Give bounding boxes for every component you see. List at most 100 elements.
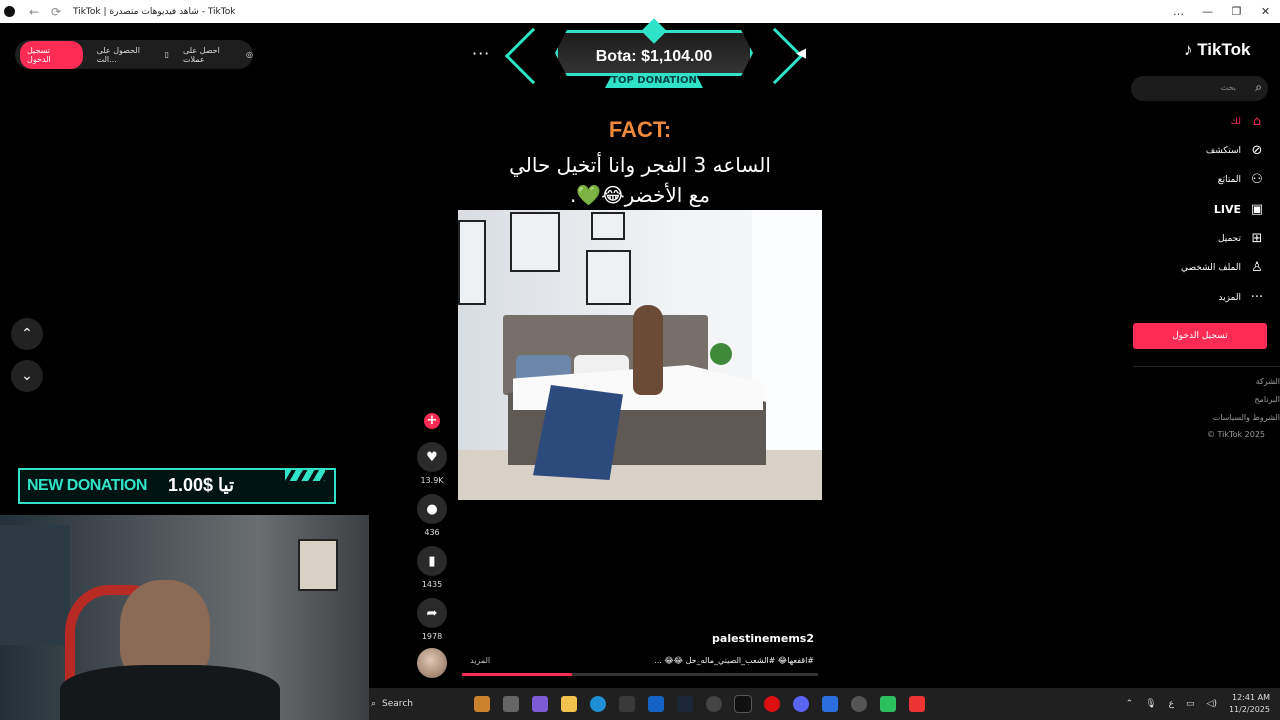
- wall-frame: [458, 220, 486, 305]
- save-count: 1435: [421, 580, 443, 589]
- task-view-icon[interactable]: [503, 696, 519, 712]
- discord-icon[interactable]: [793, 696, 809, 712]
- app-4k-icon[interactable]: [706, 696, 722, 712]
- potted-plant: [710, 343, 732, 365]
- shield-icon[interactable]: [822, 696, 838, 712]
- sidebar-login-button[interactable]: تسجيل الدخول: [1133, 323, 1267, 349]
- like-count: 13.9K: [420, 476, 444, 485]
- save-action[interactable]: ▮ 1435: [417, 546, 447, 589]
- overlay-stripes: [285, 469, 325, 481]
- clock[interactable]: 12:41 AM 11/2/2025: [1229, 692, 1270, 716]
- previous-video-button[interactable]: ⌃: [11, 318, 43, 350]
- sidebar-divider: [1133, 366, 1280, 367]
- sidebar-item-label: تحميل: [1217, 233, 1241, 244]
- profile-icon: ♙: [1251, 260, 1263, 275]
- video-caption: الساعه 3 الفجر وانا أتخيل حالي مع الأخضر…: [458, 150, 822, 210]
- sidebar-item-explore[interactable]: ⊘ استكشف: [1206, 143, 1265, 158]
- sidebar-item-profile[interactable]: ♙ الملف الشخصي: [1181, 260, 1265, 275]
- share-icon[interactable]: ➦: [417, 598, 447, 628]
- login-pill-button[interactable]: تسجيل الدخول: [20, 40, 83, 69]
- back-arrow-icon[interactable]: ←: [23, 5, 45, 19]
- top-donation-amount: Bota: $1,104.00: [595, 48, 713, 65]
- more-icon: ···: [1250, 290, 1264, 305]
- more-link[interactable]: المزيد: [470, 656, 490, 665]
- top-action-bar: تسجيل الدخول الحصول على الت... ▯ احصل عل…: [15, 40, 253, 69]
- sidebar-item-for-you[interactable]: ⌂ لك: [1231, 114, 1265, 129]
- bookmark-icon[interactable]: ▮: [417, 546, 447, 576]
- copilot-icon[interactable]: [532, 696, 548, 712]
- author-avatar[interactable]: [417, 648, 447, 678]
- follow-plus-icon[interactable]: +: [424, 413, 440, 429]
- microphone-icon[interactable]: 🎙: [1145, 699, 1156, 709]
- logo-text: TikTok: [1197, 40, 1251, 59]
- sidebar-item-live[interactable]: ▣ LIVE: [1214, 202, 1265, 217]
- reload-icon[interactable]: ⟳: [45, 5, 67, 19]
- file-explorer-icon[interactable]: [561, 696, 577, 712]
- tiktok-app-icon: [4, 6, 15, 17]
- language-indicator[interactable]: ع: [1169, 699, 1174, 709]
- video-progress-bar[interactable]: [462, 673, 818, 676]
- unmute-icon[interactable]: ◀: [796, 46, 806, 61]
- chevron-up-icon[interactable]: ⌃: [1126, 699, 1134, 709]
- network-icon[interactable]: ▭: [1186, 699, 1195, 709]
- footer-company-link[interactable]: الشركة: [1256, 377, 1280, 386]
- steam-icon[interactable]: [677, 696, 693, 712]
- chevron-down-icon: ⌄: [21, 368, 33, 384]
- video-player[interactable]: [458, 210, 822, 500]
- sidebar-item-label: استكشف: [1205, 145, 1241, 156]
- sidebar-item-more[interactable]: ··· المزيد: [1218, 290, 1265, 305]
- edge-icon[interactable]: [590, 696, 606, 712]
- menu-icon[interactable]: …: [1164, 0, 1193, 23]
- get-app-label: الحصول على الت...: [96, 45, 140, 64]
- footer-terms-link[interactable]: الشروط والسياسات: [1213, 413, 1280, 422]
- compass-icon: ⊘: [1251, 143, 1263, 158]
- search-input[interactable]: بحث ⌕: [1131, 76, 1268, 101]
- tiktok-note-icon: ♪: [1184, 40, 1193, 59]
- footer-program-link[interactable]: البرنامج: [1254, 395, 1280, 404]
- streamer-jacket: [60, 665, 280, 720]
- outlook-icon[interactable]: [648, 696, 664, 712]
- home-icon: ⌂: [1252, 114, 1262, 129]
- close-icon[interactable]: ✕: [1251, 0, 1280, 23]
- video-hashtags: #اقفعها😂 #الشعب_الصيني_ماله_حل 😂😂 ...: [654, 656, 814, 665]
- streamer-webcam: [0, 515, 369, 720]
- video-author[interactable]: palestinemems2: [700, 632, 814, 645]
- volume-icon[interactable]: ◁): [1207, 699, 1217, 709]
- minimize-icon[interactable]: —: [1193, 0, 1222, 23]
- app-red-icon[interactable]: [909, 696, 925, 712]
- tiktok-logo[interactable]: ♪ TikTok: [1184, 40, 1250, 60]
- weather-icon[interactable]: [474, 696, 490, 712]
- sidebar-item-label: LIVE: [1213, 203, 1241, 216]
- get-app-button[interactable]: الحصول على الت... ▯: [97, 46, 169, 64]
- tiktok-taskbar-icon[interactable]: [734, 695, 752, 713]
- sidebar-item-label: المزيد: [1218, 292, 1241, 303]
- obs-icon[interactable]: [851, 696, 867, 712]
- live-icon: ▣: [1250, 202, 1264, 217]
- sidebar-item-upload[interactable]: ⊞ تحميل: [1218, 231, 1265, 246]
- comment-icon[interactable]: ●: [417, 494, 447, 524]
- video-fact-label: FACT:: [608, 117, 672, 142]
- get-coins-button[interactable]: احصل على عملات ◎: [183, 46, 253, 64]
- taskbar-search[interactable]: ⌕ Search: [369, 699, 474, 709]
- next-video-button[interactable]: ⌄: [11, 360, 43, 392]
- like-action[interactable]: ♥ 13.9K: [417, 442, 447, 485]
- new-donation-overlay: NEW DONATION 1.00$ تيا: [11, 463, 339, 511]
- webcam-poster: [298, 539, 338, 591]
- comment-action[interactable]: ● 436: [417, 494, 447, 537]
- search-icon: ⌕: [371, 699, 377, 709]
- window-controls: … — ❐ ✕: [1164, 0, 1280, 23]
- share-action[interactable]: ➦ 1978: [417, 598, 447, 641]
- store-icon[interactable]: [619, 696, 635, 712]
- heart-icon[interactable]: ♥: [417, 442, 447, 472]
- sidebar-item-following[interactable]: ⚇ المتابَع: [1218, 172, 1265, 187]
- overlay-wing-left: [504, 27, 562, 85]
- share-count: 1978: [421, 632, 443, 641]
- search-icon[interactable]: ⌕: [1255, 80, 1262, 95]
- maximize-icon[interactable]: ❐: [1222, 0, 1251, 23]
- caption-line-2: مع الأخضر😂💚.: [569, 183, 711, 207]
- webcam-wall-art: [0, 525, 70, 645]
- opera-icon[interactable]: [764, 696, 780, 712]
- more-options-icon[interactable]: ···: [472, 44, 490, 63]
- app-green-icon[interactable]: [880, 696, 896, 712]
- coin-icon: ◎: [246, 50, 254, 59]
